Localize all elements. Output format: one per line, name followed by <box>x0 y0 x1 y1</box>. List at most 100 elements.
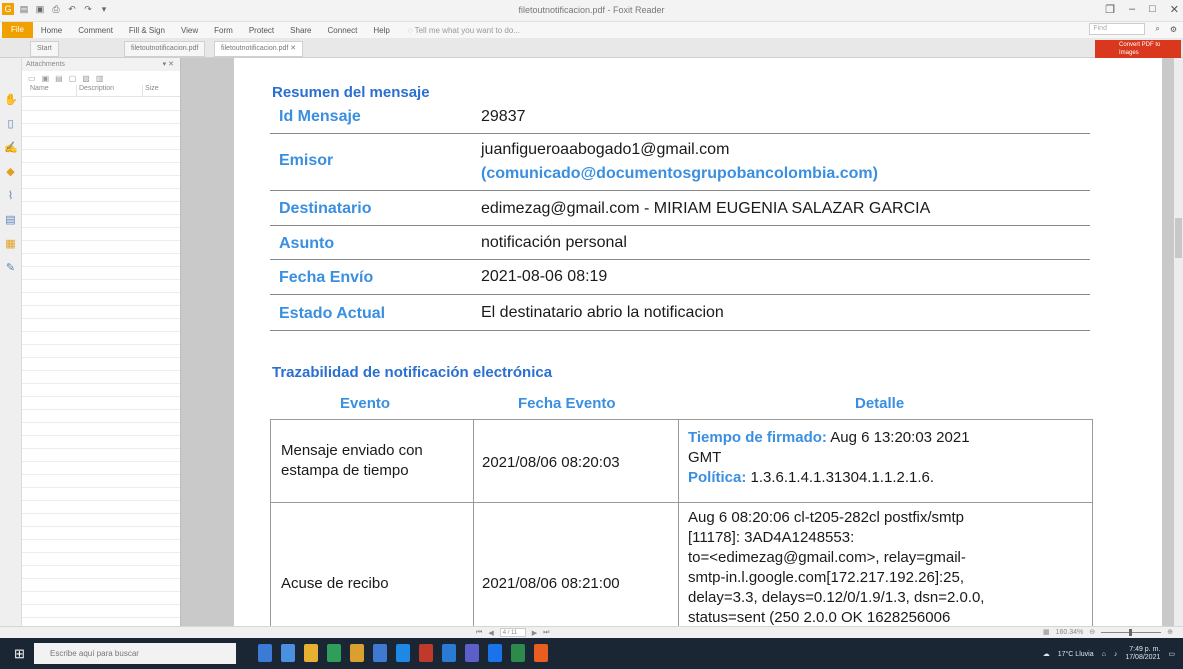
menu-comment[interactable]: Comment <box>70 26 121 35</box>
column-description[interactable]: Description <box>76 85 142 96</box>
find-input[interactable]: Find <box>1089 23 1146 35</box>
taskbar-search-input[interactable]: Escribe aquí para buscar <box>34 643 236 664</box>
column-name[interactable]: Name <box>22 85 76 96</box>
windows-start-icon[interactable]: ⊞ <box>14 647 28 661</box>
view-mode-icon[interactable]: ▦ <box>1043 628 1050 636</box>
menu-view[interactable]: View <box>173 26 206 35</box>
app-icon[interactable] <box>442 644 456 662</box>
notifications-icon[interactable]: ▭ <box>1168 650 1175 658</box>
last-page-icon[interactable]: ⏭ <box>543 629 549 637</box>
delete-attachment-icon[interactable]: ▧ <box>82 74 90 83</box>
app-icon[interactable] <box>419 644 433 662</box>
table-border <box>1092 419 1093 626</box>
foxit-taskbar-icon[interactable] <box>534 644 548 662</box>
app-icon[interactable] <box>488 644 502 662</box>
network-icon[interactable]: ⌂ <box>1102 651 1106 658</box>
value-emisor-alias[interactable]: (comunicado@documentosgrupobancolombia.c… <box>481 165 878 183</box>
detail-line: delay=3.3, delays=0.12/0/1.9/1.3, dsn=2.… <box>688 589 985 606</box>
detail-line: Aug 6 08:20:06 cl-t205-282cl postfix/smt… <box>688 509 964 526</box>
maximize-icon[interactable]: □ <box>1149 3 1156 16</box>
zoom-out-icon[interactable]: ⊖ <box>1089 628 1095 636</box>
menu-file[interactable]: File <box>2 22 33 38</box>
layers-icon[interactable]: ◆ <box>4 166 17 179</box>
restore-icon[interactable]: ❐ <box>1105 3 1115 16</box>
volume-icon[interactable]: ♪ <box>1114 651 1118 658</box>
detail-value: 1.3.6.1.4.1.31304.1.1.2.1.6. <box>746 469 935 486</box>
attachments-list <box>22 98 180 620</box>
system-tray: ☁ 17°C Lluvia ⌂ ♪ 7:49 p. m. 17/08/2021 … <box>1043 646 1175 662</box>
detail-line: [11178]: 3AD4A1248553: <box>688 529 855 546</box>
window-controls: ❐ – □ ✕ <box>1105 3 1179 16</box>
comments-icon[interactable]: ▤ <box>4 214 17 227</box>
event-detail: Aug 6 08:20:06 cl-t205-282cl postfix/smt… <box>688 508 1088 626</box>
weather-text[interactable]: 17°C Lluvia <box>1058 651 1094 658</box>
save-attachment-icon[interactable]: ▣ <box>42 74 50 83</box>
attachment-properties-icon[interactable]: ▢ <box>69 74 77 83</box>
zoom-controls: ▦ 160.34% ⊖ ⊕ <box>1043 628 1173 636</box>
detail-value: GMT <box>688 449 722 466</box>
attachment-edit-icon[interactable]: ▥ <box>96 74 104 83</box>
value-estado-actual: El destinatario abrio la notificacion <box>481 304 724 321</box>
signature-icon[interactable]: ✍ <box>4 142 18 155</box>
app-icon[interactable] <box>511 644 525 662</box>
file-explorer-icon[interactable] <box>304 644 318 662</box>
menu-connect[interactable]: Connect <box>320 26 366 35</box>
zoom-slider[interactable] <box>1101 628 1162 636</box>
navigation-rail: ✋ ▯ ✍ ◆ ⌇ ▤ ▦ ✎ <box>0 58 22 638</box>
table-border <box>473 419 474 626</box>
pages-icon[interactable]: ▯ <box>4 118 17 131</box>
ad-banner[interactable]: Convert PDF to Images <box>1095 40 1181 58</box>
app-icon[interactable] <box>373 644 387 662</box>
edge-icon[interactable] <box>258 644 272 662</box>
table-border <box>270 419 1093 420</box>
column-size[interactable]: Size <box>142 85 172 96</box>
detail-label: Tiempo de firmado: <box>688 429 827 446</box>
clock[interactable]: 7:49 p. m. 17/08/2021 <box>1125 646 1160 662</box>
settings-icon[interactable]: ⚙ <box>1170 25 1177 34</box>
tab-close-icon[interactable]: ✕ <box>290 45 296 52</box>
detail-line: status=sent (250 2.0.0 OK 1628256006 <box>688 609 951 626</box>
first-page-icon[interactable]: ⏮ <box>476 629 482 637</box>
tab-document-1[interactable]: filetoutnotificacion.pdf <box>124 41 206 57</box>
menu-form[interactable]: Form <box>206 26 241 35</box>
app-icon[interactable] <box>396 644 410 662</box>
task-view-icon[interactable] <box>281 644 295 662</box>
close-icon[interactable]: ✕ <box>1170 3 1179 16</box>
security-icon[interactable]: ▦ <box>4 238 17 251</box>
add-attachment-icon[interactable]: ▤ <box>55 74 63 83</box>
attachments-columns: Name Description Size <box>22 85 180 97</box>
zoom-level[interactable]: 160.34% <box>1056 629 1084 636</box>
tell-me-box[interactable]: ◌ Tell me what you want to do... <box>408 26 520 35</box>
value-fecha-envio: 2021-08-06 08:19 <box>481 268 608 285</box>
minimize-icon[interactable]: – <box>1129 3 1135 16</box>
destinations-icon[interactable]: ✎ <box>4 262 17 275</box>
hand-tool-icon[interactable]: ✋ <box>4 94 18 107</box>
zoom-in-icon[interactable]: ⊕ <box>1167 628 1173 636</box>
open-attachment-icon[interactable]: ▭ <box>28 74 36 83</box>
summary-title: Resumen del mensaje <box>272 84 430 101</box>
tab-start[interactable]: Start <box>30 41 59 57</box>
vertical-scrollbar[interactable] <box>1174 58 1183 626</box>
app-icon[interactable] <box>465 644 479 662</box>
panel-options-icon[interactable]: ▾ ✕ <box>163 58 174 71</box>
prev-page-icon[interactable]: ◀ <box>488 629 493 637</box>
search-icon[interactable]: ⌕ <box>1155 24 1159 34</box>
scroll-thumb[interactable] <box>1175 218 1182 258</box>
next-page-icon[interactable]: ▶ <box>532 629 537 637</box>
menu-protect[interactable]: Protect <box>241 26 282 35</box>
menu-help[interactable]: Help <box>365 26 397 35</box>
event-name: Acuse de recibo <box>281 575 389 592</box>
menu-fill-sign[interactable]: Fill & Sign <box>121 26 173 35</box>
menu-home[interactable]: Home <box>33 26 70 35</box>
weather-icon[interactable]: ☁ <box>1043 650 1050 658</box>
page-number-input[interactable]: 4 / 11 <box>499 628 526 637</box>
page-navigation: ⏮ ◀ 4 / 11 ▶ ⏭ <box>476 628 549 637</box>
detail-line: to=<edimezag@gmail.com>, relay=gmail- <box>688 549 966 566</box>
app-icon[interactable] <box>350 644 364 662</box>
status-bar: ⏮ ◀ 4 / 11 ▶ ⏭ ▦ 160.34% ⊖ ⊕ <box>0 626 1183 638</box>
attachment-icon[interactable]: ⌇ <box>4 190 17 203</box>
tab-document-2[interactable]: filetoutnotificacion.pdf ✕ <box>214 41 304 57</box>
store-icon[interactable] <box>327 644 341 662</box>
ribbon-menu: File Home Comment Fill & Sign View Form … <box>0 22 1183 38</box>
menu-share[interactable]: Share <box>282 26 319 35</box>
